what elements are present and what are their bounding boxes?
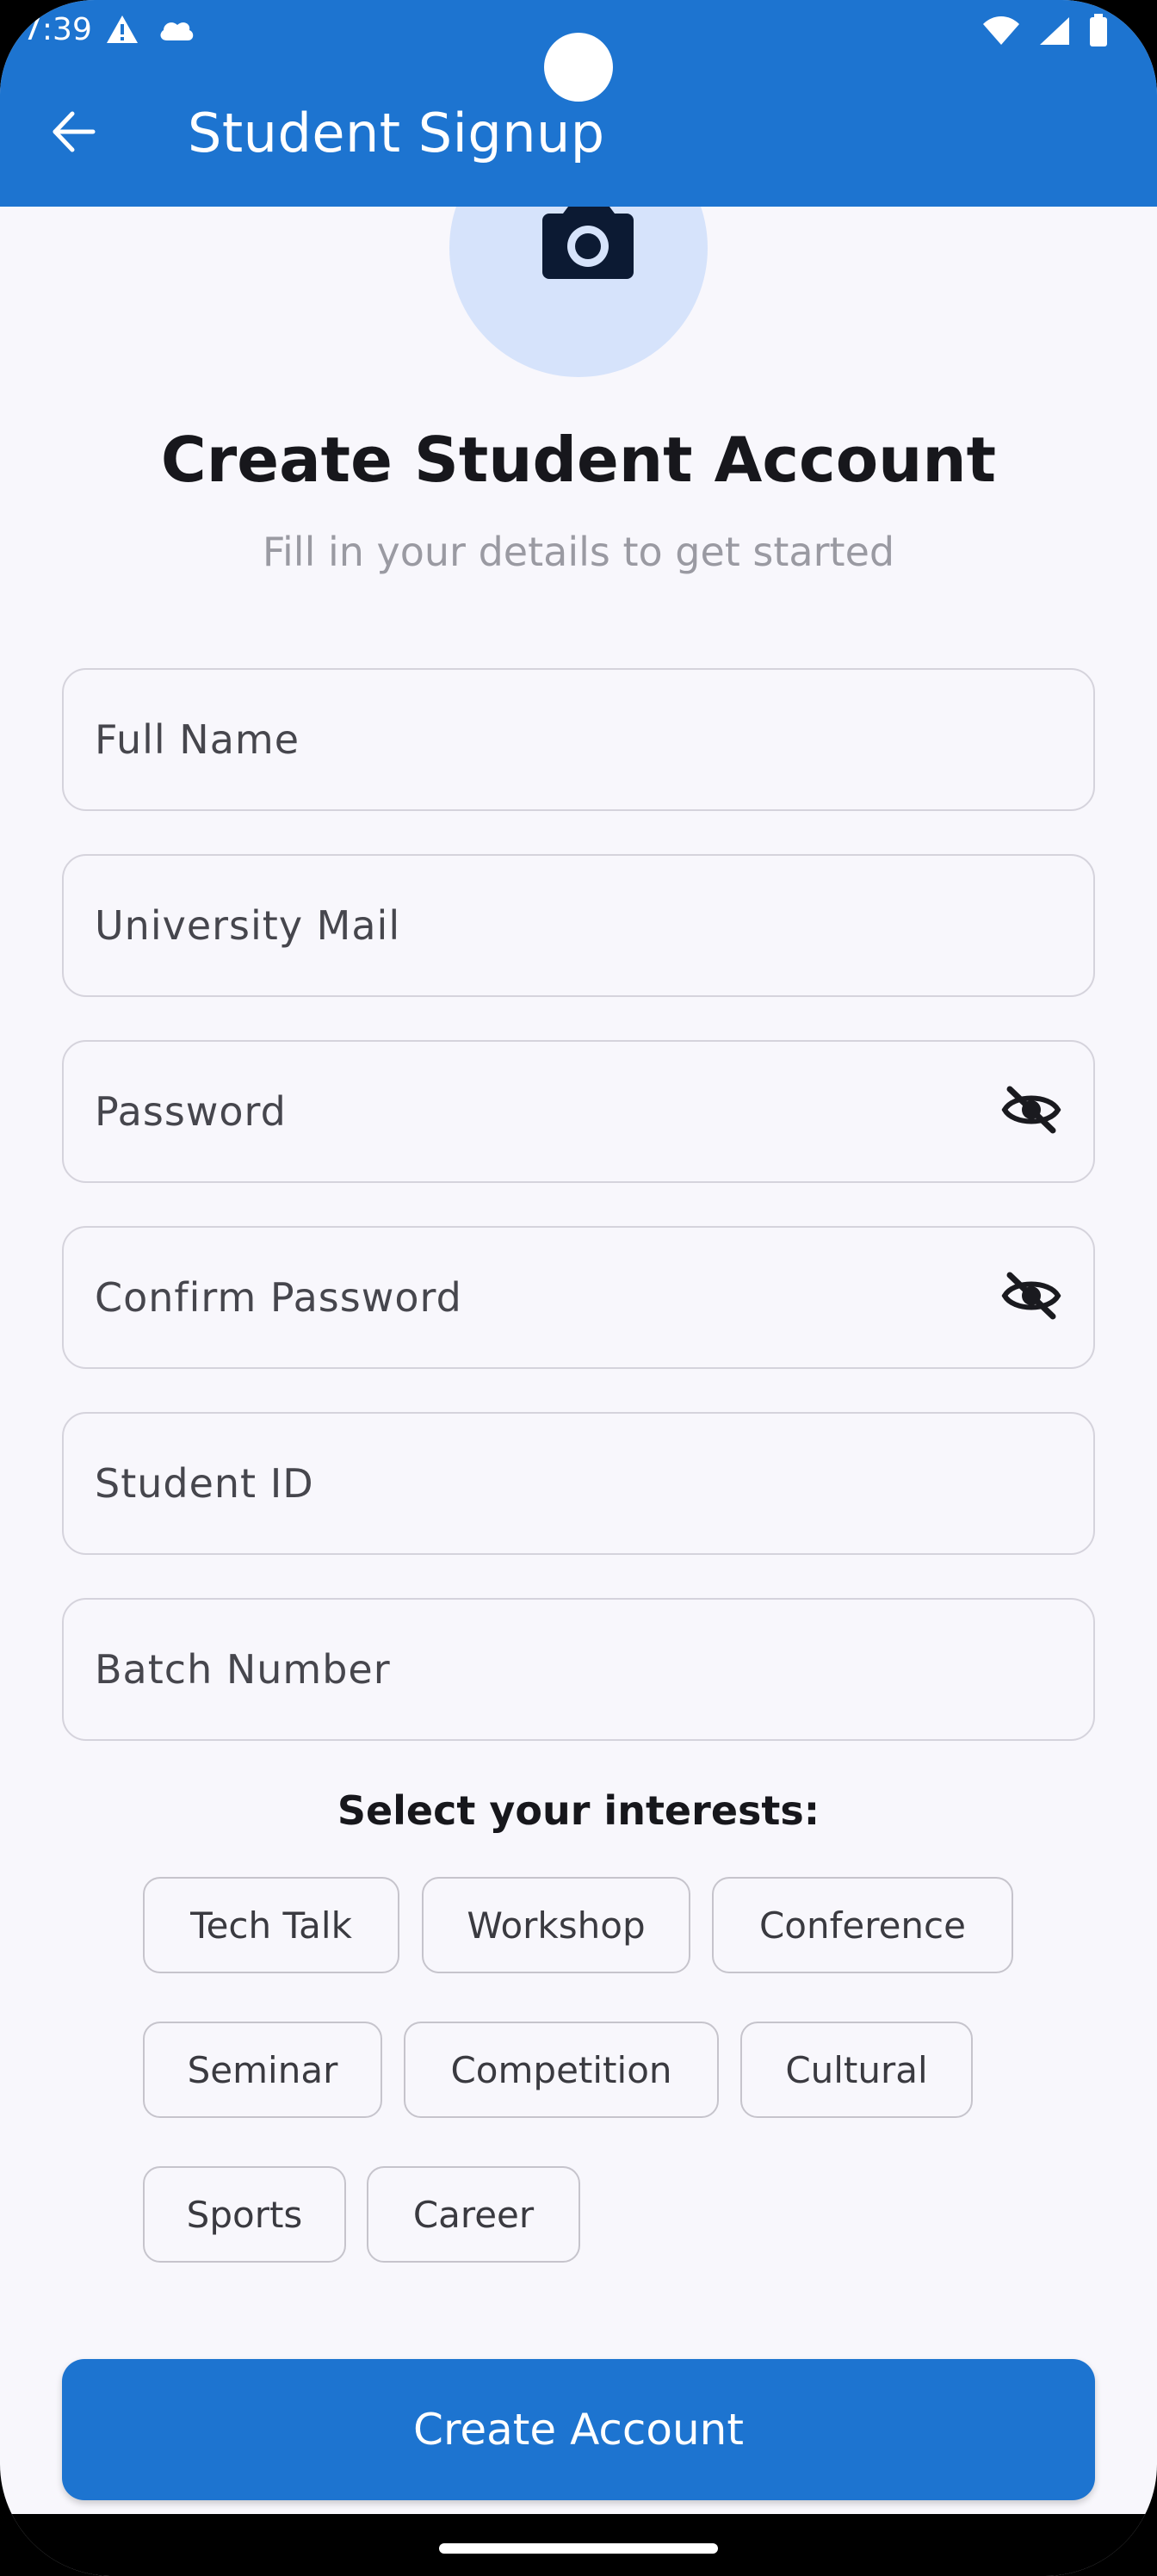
signal-icon [1038, 15, 1071, 50]
phone-screen: 7:39 Student Signup Create Student Accou… [0, 0, 1157, 2576]
batch-number-field[interactable] [62, 1598, 1095, 1741]
password-field[interactable] [62, 1040, 1095, 1183]
back-button[interactable] [43, 103, 103, 164]
full-name-field[interactable] [62, 668, 1095, 811]
front-camera-cutout [544, 33, 613, 102]
university-mail-field[interactable] [62, 854, 1095, 997]
visibility-off-icon [1001, 1086, 1061, 1137]
interest-chip-cultural[interactable]: Cultural [740, 2022, 973, 2118]
interest-chip-conference[interactable]: Conference [712, 1877, 1013, 1973]
create-account-button[interactable]: Create Account [62, 2359, 1095, 2500]
confirm-password-input[interactable] [95, 1274, 956, 1321]
app-bar-title: Student Signup [188, 102, 605, 164]
arrow-back-icon [50, 110, 96, 157]
interest-chip-seminar[interactable]: Seminar [143, 2022, 382, 2118]
password-visibility-toggle[interactable] [999, 1079, 1064, 1144]
page-subtitle: Fill in your details to get started [262, 529, 895, 575]
interest-chip-tech-talk[interactable]: Tech Talk [143, 1877, 399, 1973]
status-right-icons [981, 14, 1109, 52]
interest-chip-competition[interactable]: Competition [404, 2022, 719, 2118]
interests-label: Select your interests: [337, 1787, 820, 1834]
interest-chip-workshop[interactable]: Workshop [422, 1877, 690, 1973]
status-left-icons [105, 14, 196, 48]
page-title: Create Student Account [160, 424, 997, 496]
batch-number-input[interactable] [95, 1646, 956, 1693]
wifi-icon [981, 15, 1021, 50]
visibility-off-icon [1001, 1272, 1061, 1323]
cloud-icon [157, 16, 196, 46]
confirm-password-visibility-toggle[interactable] [999, 1265, 1064, 1330]
home-gesture-handle[interactable] [439, 2543, 718, 2554]
status-time: 7:39 [22, 12, 92, 47]
confirm-password-field[interactable] [62, 1226, 1095, 1369]
student-id-input[interactable] [95, 1460, 956, 1507]
full-name-input[interactable] [95, 716, 956, 763]
university-mail-input[interactable] [95, 902, 956, 949]
warning-icon [105, 14, 139, 48]
app-bar: 7:39 Student Signup [0, 0, 1157, 207]
interest-chip-sports[interactable]: Sports [143, 2166, 346, 2263]
password-input[interactable] [95, 1088, 956, 1135]
battery-icon [1088, 14, 1109, 52]
student-id-field[interactable] [62, 1412, 1095, 1555]
interest-chip-career[interactable]: Career [367, 2166, 580, 2263]
